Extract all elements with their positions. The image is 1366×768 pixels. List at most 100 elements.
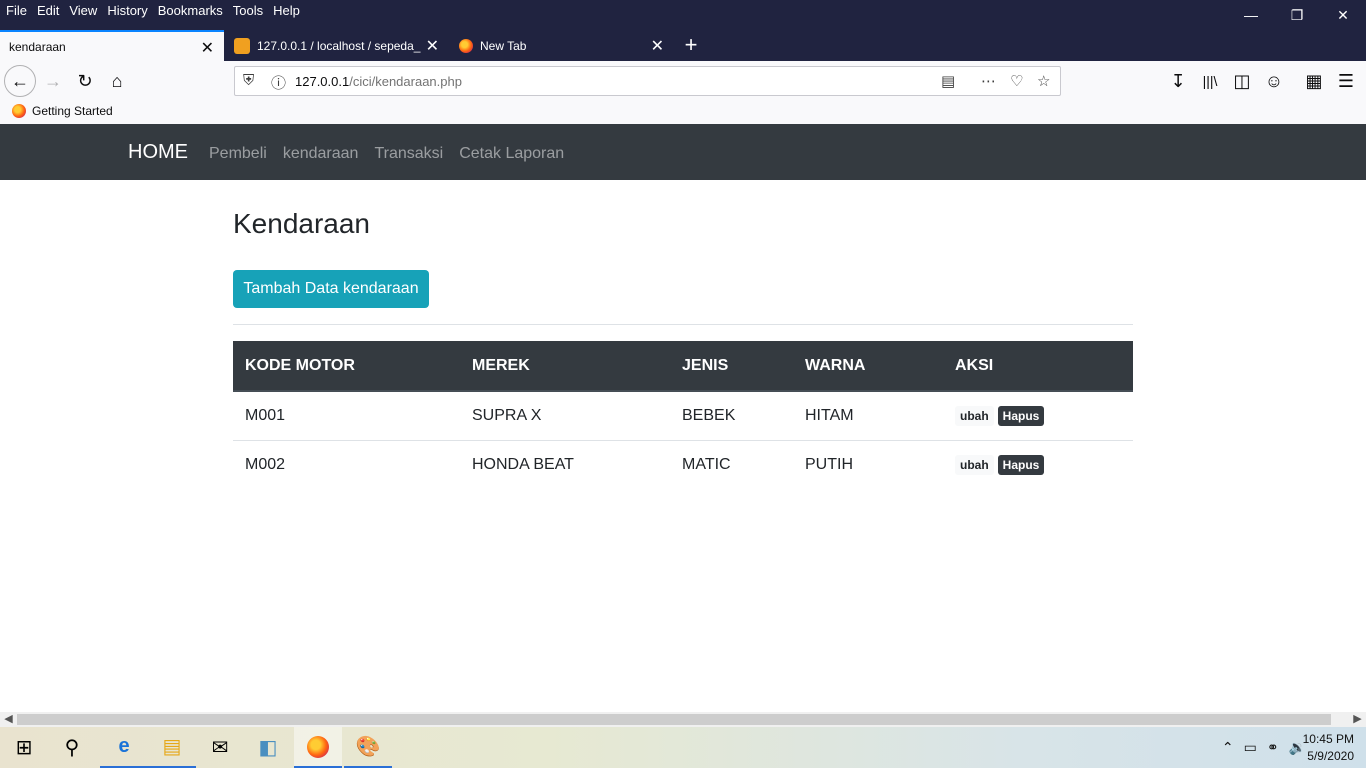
cell-merek: HONDA BEAT — [472, 455, 574, 473]
bookmarks-bar: Getting Started — [0, 101, 1366, 124]
header-merek: MEREK — [460, 341, 670, 392]
page-content: HOME Pembeli kendaraan Transaksi Cetak L… — [0, 124, 1366, 712]
cell-kode: M001 — [233, 391, 460, 441]
menu-history[interactable]: History — [107, 3, 147, 18]
battery-icon[interactable]: ▭ — [1244, 739, 1257, 756]
menu-bar: File Edit View History Bookmarks Tools H… — [0, 0, 1366, 30]
close-window-icon[interactable]: ✕ — [1320, 0, 1366, 30]
edit-badge-button[interactable]: ubah — [955, 454, 994, 475]
header-jenis: JENIS — [670, 341, 793, 392]
close-tab-icon[interactable]: ✕ — [201, 38, 214, 58]
reader-view-icon[interactable]: ▤ — [941, 72, 955, 90]
restore-icon[interactable]: ❐ — [1274, 0, 1320, 30]
firefox-icon — [459, 38, 473, 53]
network-globe-icon[interactable]: ⚭ — [1267, 739, 1279, 756]
account-icon[interactable]: ☺ — [1258, 65, 1290, 97]
header-kode-motor: KODE MOTOR — [233, 341, 460, 392]
notepad-icon[interactable]: ◧ — [244, 727, 292, 768]
phpmyadmin-icon — [234, 37, 250, 54]
clock-date: 5/9/2020 — [1307, 749, 1354, 763]
header-warna: WARNA — [793, 341, 943, 392]
clock-time: 10:45 PM — [1302, 732, 1354, 746]
header-aksi: AKSI — [943, 341, 1133, 392]
clock[interactable]: 10:45 PM 5/9/2020 — [1303, 731, 1354, 765]
pocket-icon[interactable]: ♡ — [1010, 72, 1023, 90]
edge-icon[interactable]: e — [100, 727, 148, 768]
menu-bookmarks[interactable]: Bookmarks — [158, 3, 223, 18]
delete-badge-button[interactable]: Hapus — [997, 405, 1045, 426]
nav-link-transaksi[interactable]: Transaksi — [374, 145, 443, 163]
url-text[interactable]: 127.0.0.1/cici/kendaraan.php — [295, 74, 462, 89]
page-title: Kendaraan — [233, 208, 371, 239]
new-tab-plus-icon[interactable]: + — [680, 31, 702, 59]
bookmark-star-icon[interactable]: ☆ — [1037, 72, 1050, 90]
divider — [233, 324, 1133, 325]
system-tray: ⌃ ▭ ⚭ 🔉 — [1222, 739, 1306, 756]
scroll-left-icon[interactable]: ◀ — [1, 712, 16, 727]
menu-edit[interactable]: Edit — [37, 3, 59, 18]
tab-label: 127.0.0.1 / localhost / sepeda_m — [257, 38, 421, 53]
navbar-brand-home[interactable]: HOME — [128, 141, 188, 164]
forward-arrow-icon[interactable]: → — [37, 65, 69, 97]
nav-link-cetak-laporan[interactable]: Cetak Laporan — [459, 145, 564, 163]
kendaraan-table: KODE MOTOR MEREK JENIS WARNA AKSI M001 S… — [233, 341, 1133, 489]
nav-link-kendaraan[interactable]: kendaraan — [283, 145, 359, 163]
delete-badge-button[interactable]: Hapus — [997, 454, 1045, 475]
minimize-icon[interactable]: — — [1228, 0, 1274, 30]
tab-label: New Tab — [480, 38, 527, 53]
sidebar-icon[interactable]: ◫ — [1226, 65, 1258, 97]
site-navbar: HOME Pembeli kendaraan Transaksi Cetak L… — [0, 124, 1366, 180]
firefox-taskbar-icon[interactable] — [294, 727, 342, 768]
url-bar[interactable]: ⛨ ⓘ 127.0.0.1/cici/kendaraan.php ▤ ⋯ ♡ ☆ — [234, 66, 1061, 96]
info-icon[interactable]: ⓘ — [271, 72, 286, 93]
nav-link-pembeli[interactable]: Pembeli — [209, 145, 267, 163]
close-tab-icon[interactable]: ✕ — [426, 36, 439, 56]
shield-icon[interactable]: ⛨ — [243, 72, 254, 89]
cell-warna: HITAM — [793, 391, 943, 441]
bookmark-getting-started[interactable]: Getting Started — [12, 104, 113, 118]
download-icon[interactable]: ↧ — [1162, 65, 1194, 97]
cell-jenis: MATIC — [682, 455, 731, 473]
back-arrow-icon[interactable]: ← — [4, 65, 36, 97]
tab-label: kendaraan — [9, 39, 66, 54]
bookmark-label: Getting Started — [32, 104, 113, 118]
page-actions-icon[interactable]: ⋯ — [981, 72, 996, 90]
reload-icon[interactable]: ↻ — [69, 65, 101, 97]
menu-file[interactable]: File — [6, 3, 27, 18]
scroll-right-icon[interactable]: ▶ — [1350, 712, 1365, 727]
home-icon[interactable]: ⌂ — [101, 65, 133, 97]
menu-view[interactable]: View — [69, 3, 97, 18]
cell-warna: PUTIH — [805, 455, 853, 473]
horizontal-scrollbar[interactable]: ◀ ▶ — [0, 712, 1366, 727]
taskbar: ⊞ ⚲ e ▤ ✉ ◧ 🎨 ⌃ ▭ ⚭ 🔉 10:45 PM 5/9/2020 — [0, 727, 1366, 768]
tab-kendaraan[interactable]: kendaraan ✕ — [0, 30, 224, 61]
menu-tools[interactable]: Tools — [233, 3, 263, 18]
chevron-up-icon[interactable]: ⌃ — [1222, 739, 1234, 756]
edit-badge-button[interactable]: ubah — [955, 405, 994, 426]
close-tab-icon[interactable]: ✕ — [651, 36, 664, 56]
cell-aksi: ubah Hapus — [943, 440, 1133, 489]
url-host: 127.0.0.1 — [295, 74, 350, 89]
scrollbar-thumb[interactable] — [17, 714, 1331, 725]
cell-jenis: BEBEK — [670, 391, 793, 441]
cell-aksi: ubah Hapus — [943, 391, 1133, 441]
add-kendaraan-button[interactable]: Tambah Data kendaraan — [233, 270, 429, 308]
tab-new-tab[interactable]: New Tab ✕ — [450, 30, 674, 61]
table-header-row: KODE MOTOR MEREK JENIS WARNA AKSI — [233, 341, 1133, 392]
firefox-icon — [12, 104, 26, 118]
search-icon[interactable]: ⚲ — [48, 727, 96, 768]
menu-help[interactable]: Help — [273, 3, 300, 18]
cell-merek: SUPRA X — [460, 391, 670, 441]
paint-icon[interactable]: 🎨 — [344, 727, 392, 768]
table-row: M001 SUPRA X BEBEK HITAM ubah Hapus — [233, 391, 1133, 441]
start-windows-icon[interactable]: ⊞ — [0, 727, 48, 768]
file-explorer-icon[interactable]: ▤ — [148, 727, 196, 768]
hamburger-menu-icon[interactable]: ☰ — [1330, 65, 1362, 97]
mail-icon[interactable]: ✉ — [196, 727, 244, 768]
nav-toolbar: ← → ↻ ⌂ ⛨ ⓘ 127.0.0.1/cici/kendaraan.php… — [0, 61, 1366, 101]
extensions-icon[interactable]: ▦ — [1298, 65, 1330, 97]
url-path: /cici/kendaraan.php — [349, 74, 462, 89]
library-icon[interactable]: |||\ — [1194, 65, 1226, 97]
tab-phpmyadmin[interactable]: 127.0.0.1 / localhost / sepeda_m ✕ — [225, 30, 449, 61]
cell-kode: M002 — [245, 455, 286, 473]
